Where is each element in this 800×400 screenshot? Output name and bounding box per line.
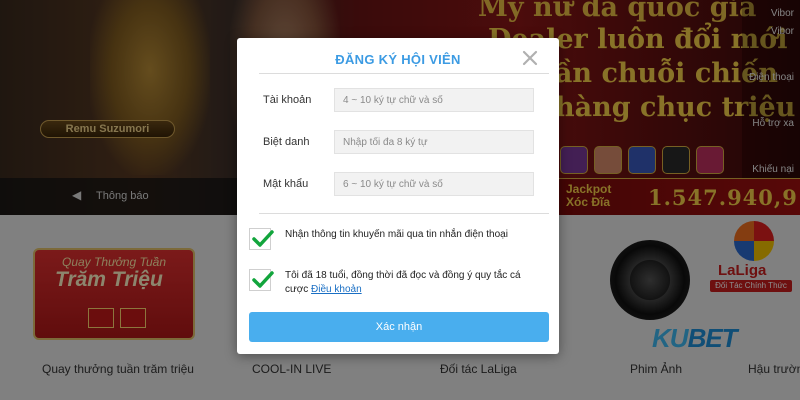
modal-title: ĐĂNG KÝ HỘI VIÊN	[335, 52, 461, 67]
checkmark-icon	[252, 230, 274, 247]
checkmark-icon	[252, 271, 274, 288]
username-input[interactable]	[334, 88, 534, 112]
close-icon[interactable]	[521, 49, 539, 67]
confirm-button[interactable]: Xác nhận	[249, 312, 549, 342]
username-label: Tài khoản	[263, 94, 312, 106]
age-terms-checkbox[interactable]	[249, 269, 274, 291]
password-input[interactable]	[334, 172, 534, 196]
sms-promo-checkbox[interactable]	[249, 228, 274, 250]
sms-promo-text: Nhận thông tin khuyến mãi qua tin nhắn đ…	[285, 229, 508, 240]
nickname-label: Biệt danh	[263, 136, 310, 148]
password-label: Mật khẩu	[263, 178, 309, 190]
terms-link[interactable]: Điều khoản	[311, 284, 362, 295]
nickname-input[interactable]	[334, 130, 534, 154]
divider	[259, 73, 549, 74]
divider	[259, 213, 549, 214]
age-terms-text: Tôi đã 18 tuổi, đồng thời đã đọc và đồng…	[285, 270, 521, 295]
register-modal: ĐĂNG KÝ HỘI VIÊN Tài khoản Biệt danh Mật…	[237, 38, 559, 354]
